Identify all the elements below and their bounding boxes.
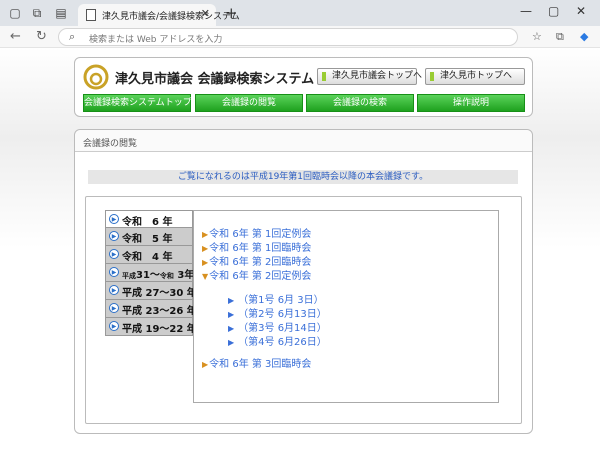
back-icon[interactable]: ← (10, 29, 21, 44)
caret-right-icon: ▶ (202, 244, 209, 253)
session-item[interactable]: ▶令和 6年 第 3回臨時会 (202, 355, 311, 370)
close-window-icon[interactable]: ✕ (576, 4, 586, 18)
collections-icon[interactable]: ⧉ (556, 30, 564, 44)
issue-link[interactable]: ▶ （第3号 6月14日） (228, 319, 327, 334)
session-list: ▶令和 6年 第 1回定例会 ▶令和 6年 第 1回臨時会 ▶令和 6年 第 2… (193, 210, 499, 403)
era-item[interactable]: ▶ 平成31～令和 3年 (105, 264, 194, 282)
arrow-icon: ▶ (109, 303, 119, 313)
triangle-icon: ▶ (228, 310, 235, 319)
nav-search-top[interactable]: 会議録検索システムトップ (83, 94, 192, 112)
issue-link[interactable]: ▶ （第2号 6月13日） (228, 305, 327, 320)
page-icon (86, 9, 96, 21)
session-item[interactable]: ▶令和 6年 第 1回定例会 (202, 225, 311, 240)
arrow-icon: ▶ (109, 267, 119, 277)
city-logo-icon (83, 64, 109, 90)
era-item[interactable]: ▶ 平成 27～30 年 (105, 282, 197, 300)
caret-right-icon: ▶ (202, 360, 209, 369)
tab-actions-icon[interactable]: ▤ (54, 6, 68, 20)
city-top-label: 津久見市トップへ (440, 71, 513, 81)
issue-link[interactable]: ▶ （第1号 6月 3日） (228, 291, 324, 306)
browser-tab[interactable]: 津久見市議会/会議録検索システム ✕ (78, 4, 240, 26)
arrow-icon: ▶ (109, 285, 119, 295)
panel-title: 会議録の閲覧 (83, 139, 138, 149)
session-item-expanded[interactable]: ▼令和 6年 第 2回定例会 (202, 267, 311, 282)
new-tab-icon[interactable]: + (225, 4, 238, 22)
tab-title: 津久見市議会/会議録検索システム (102, 12, 240, 22)
era-item[interactable]: ▶ 令和 5 年 (105, 228, 193, 246)
era-item[interactable]: ▶ 平成 19～22 年 (105, 318, 197, 336)
caret-down-icon: ▼ (202, 272, 209, 281)
minimize-icon[interactable]: — (520, 4, 532, 18)
address-placeholder: 検索または Web アドレスを入力 (89, 35, 223, 45)
site-header: 津久見市議会 会議録検索システム 津久見市議会トップへ 津久見市トップへ 会議録… (74, 57, 533, 117)
era-item[interactable]: ▶ 平成 23～26 年 (105, 300, 197, 318)
nav-search[interactable]: 会議録の検索 (306, 94, 414, 112)
search-icon: ⌕ (69, 30, 76, 43)
caret-right-icon: ▶ (202, 230, 209, 239)
triangle-icon: ▶ (228, 324, 235, 333)
arrow-icon: ▶ (109, 249, 119, 259)
council-top-button[interactable]: 津久見市議会トップへ (317, 68, 422, 85)
refresh-icon[interactable]: ↻ (36, 29, 47, 44)
close-icon[interactable]: ✕ (201, 7, 210, 20)
era-item[interactable]: ▶ 令和 6 年 (105, 210, 193, 228)
favorites-icon[interactable]: ☆ (532, 30, 542, 43)
notice-text: ご覧になれるのは平成19年第1回臨時会以降の本会議録です。 (88, 170, 518, 184)
era-list: ▶ 令和 6 年 ▶ 令和 5 年 ▶ 令和 4 年 ▶ 平成31～令和 3年 ▶ 平成 … (105, 210, 197, 336)
nav-help[interactable]: 操作説明 (417, 94, 525, 112)
issue-link[interactable]: ▶ （第4号 6月26日） (228, 333, 327, 348)
city-top-button[interactable]: 津久見市トップへ (425, 68, 525, 85)
bar-icon (322, 72, 326, 81)
profile-icon[interactable]: ▢ (8, 6, 22, 20)
arrow-icon: ▶ (109, 214, 119, 224)
triangle-icon: ▶ (228, 338, 235, 347)
session-item[interactable]: ▶令和 6年 第 2回臨時会 (202, 253, 311, 268)
era-item[interactable]: ▶ 令和 4 年 (105, 246, 193, 264)
site-title: 津久見市議会 会議録検索システム (115, 72, 315, 87)
triangle-icon: ▶ (228, 296, 235, 305)
arrow-icon: ▶ (109, 231, 119, 241)
browse-panel: 会議録の閲覧 ご覧になれるのは平成19年第1回臨時会以降の本会議録です。 ▶ 令和… (74, 129, 533, 434)
arrow-icon: ▶ (109, 321, 119, 331)
panel-header: 会議録の閲覧 (75, 130, 532, 152)
caret-right-icon: ▶ (202, 258, 209, 267)
collections-icon[interactable]: ⧉ (30, 6, 44, 20)
address-input[interactable]: ⌕ 検索または Web アドレスを入力 (58, 28, 518, 46)
browser-tab-bar: ▢ ⧉ ▤ 津久見市議会/会議録検索システム ✕ + — ▢ ✕ (0, 0, 600, 26)
nav-browse[interactable]: 会議録の閲覧 (195, 94, 303, 112)
session-item[interactable]: ▶令和 6年 第 1回臨時会 (202, 239, 311, 254)
maximize-icon[interactable]: ▢ (548, 4, 559, 18)
copilot-icon[interactable]: ◆ (580, 30, 588, 43)
bar-icon (430, 72, 434, 81)
page-content: 津久見市議会 会議録検索システム 津久見市議会トップへ 津久見市トップへ 会議録… (0, 48, 600, 452)
council-top-label: 津久見市議会トップへ (332, 71, 423, 81)
address-bar-row: ← ↻ ⌕ 検索または Web アドレスを入力 ☆ ⧉ ◆ (0, 26, 600, 48)
